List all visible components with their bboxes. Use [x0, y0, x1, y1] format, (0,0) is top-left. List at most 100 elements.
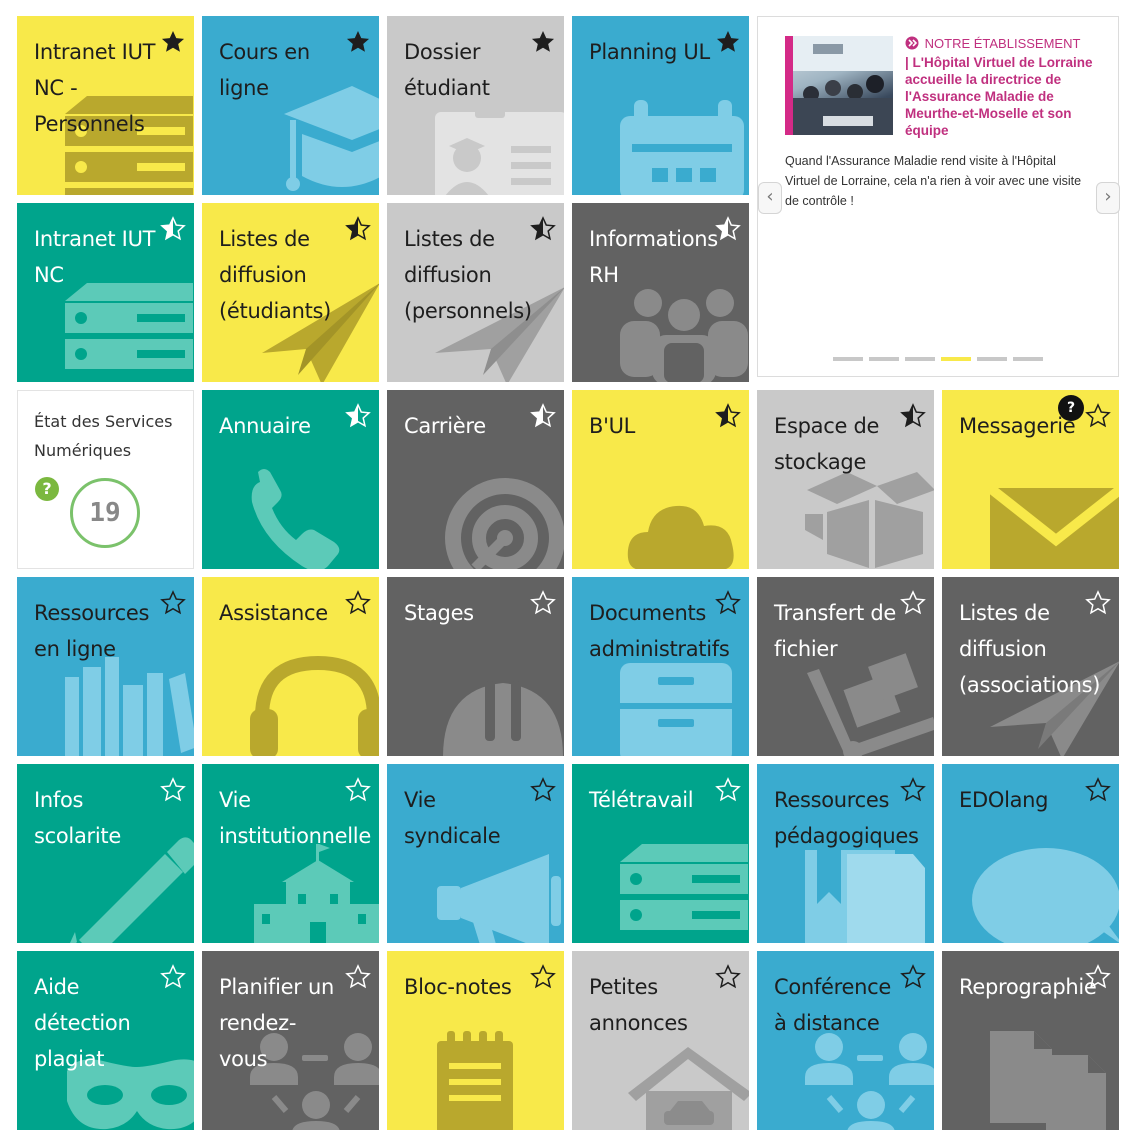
tile-dossier-etudiant[interactable]: Dossier étudiant: [387, 16, 564, 195]
star-half-icon[interactable]: [900, 403, 926, 429]
star-empty-icon[interactable]: [900, 964, 926, 990]
tile-label: Listes de diffusion (étudiants): [219, 227, 332, 323]
star-half-icon[interactable]: [715, 216, 741, 242]
tile-vie-institutionnelle[interactable]: Vie institutionnelle: [202, 764, 379, 943]
star-empty-icon[interactable]: [345, 964, 371, 990]
news-image[interactable]: [785, 36, 893, 135]
tile-ressources-en-ligne[interactable]: Ressources en ligne: [17, 577, 194, 756]
help-badge[interactable]: ?: [1058, 395, 1084, 421]
news-category[interactable]: NOTRE ÉTABLISSEMENT: [905, 36, 1080, 51]
news-pagination: [833, 357, 1043, 361]
tile-label: Reprographie: [959, 975, 1097, 999]
news-category-label: NOTRE ÉTABLISSEMENT: [924, 36, 1081, 51]
news-dot-active[interactable]: [941, 357, 971, 361]
news-next-button[interactable]: ›: [1096, 182, 1120, 214]
star-empty-icon[interactable]: [160, 590, 186, 616]
tile-carriere[interactable]: Carrière: [387, 390, 564, 569]
star-empty-icon[interactable]: [715, 964, 741, 990]
news-dot[interactable]: [833, 357, 863, 361]
tile-annuaire[interactable]: Annuaire: [202, 390, 379, 569]
tile-cours-en-ligne[interactable]: Cours en ligne: [202, 16, 379, 195]
tile-label: Vie syndicale: [404, 788, 501, 848]
tile-listes-diffusion-personnels[interactable]: Listes de diffusion (personnels): [387, 203, 564, 382]
tile-intranet-iut-nc[interactable]: Intranet IUT NC: [17, 203, 194, 382]
star-empty-icon[interactable]: [345, 590, 371, 616]
star-empty-icon[interactable]: [530, 777, 556, 803]
star-empty-icon[interactable]: [715, 590, 741, 616]
tile-intranet-iut-nc-personnels[interactable]: Intranet IUT NC - Personnels: [17, 16, 194, 195]
tile-aide-detection-plagiat[interactable]: Aide détection plagiat: [17, 951, 194, 1130]
tile-infos-scolarite[interactable]: Infos scolarite: [17, 764, 194, 943]
news-dot[interactable]: [977, 357, 1007, 361]
star-empty-icon[interactable]: [530, 590, 556, 616]
tile-listes-diffusion-associations[interactable]: Listes de diffusion (associations): [942, 577, 1119, 756]
tile-label: Conférence à distance: [774, 975, 892, 1035]
help-icon[interactable]: ?: [35, 477, 59, 501]
news-headline[interactable]: | L'Hôpital Virtuel de Lorraine accueill…: [905, 54, 1105, 139]
tile-vie-syndicale[interactable]: Vie syndicale: [387, 764, 564, 943]
star-empty-icon[interactable]: [1085, 777, 1111, 803]
tile-label: Listes de diffusion (associations): [959, 601, 1101, 697]
tile-stages[interactable]: Stages: [387, 577, 564, 756]
tile-label: Espace de stockage: [774, 414, 880, 474]
tile-edolang[interactable]: EDOlang: [942, 764, 1119, 943]
star-empty-icon[interactable]: [900, 590, 926, 616]
tile-label: Carrière: [404, 414, 486, 438]
tile-conference-distance[interactable]: Conférence à distance: [757, 951, 934, 1130]
star-half-icon[interactable]: [160, 216, 186, 242]
news-carousel[interactable]: NOTRE ÉTABLISSEMENT | L'Hôpital Virtuel …: [757, 16, 1120, 377]
star-filled-icon[interactable]: [160, 29, 186, 55]
tile-label: Bloc-notes: [404, 975, 512, 999]
star-filled-icon[interactable]: [530, 29, 556, 55]
tile-label: Documents administratifs: [589, 601, 730, 661]
tile-teletravail[interactable]: Télétravail: [572, 764, 749, 943]
tile-label: Planifier un rendez-vous: [219, 975, 334, 1071]
tile-listes-diffusion-etudiants[interactable]: Listes de diffusion (étudiants): [202, 203, 379, 382]
news-dot[interactable]: [869, 357, 899, 361]
tile-label: EDOlang: [959, 788, 1049, 812]
tile-label: Dossier étudiant: [404, 40, 490, 100]
news-dot[interactable]: [905, 357, 935, 361]
news-summary: Quand l'Assurance Maladie rend visite à …: [785, 154, 1082, 208]
star-empty-icon[interactable]: [1085, 964, 1111, 990]
star-filled-icon[interactable]: [715, 29, 741, 55]
tile-assistance[interactable]: Assistance: [202, 577, 379, 756]
tile-bul[interactable]: B'UL: [572, 390, 749, 569]
star-empty-icon[interactable]: [530, 964, 556, 990]
tile-label: Informations RH: [589, 227, 718, 287]
tile-messagerie[interactable]: Messagerie ?: [942, 390, 1119, 569]
tile-label: Listes de diffusion (personnels): [404, 227, 532, 323]
tile-planning-ul[interactable]: Planning UL: [572, 16, 749, 195]
star-empty-icon[interactable]: [1085, 590, 1111, 616]
star-half-icon[interactable]: [530, 403, 556, 429]
star-empty-icon[interactable]: [1085, 403, 1111, 429]
tile-reprographie[interactable]: Reprographie: [942, 951, 1119, 1130]
star-empty-icon[interactable]: [160, 777, 186, 803]
star-half-icon[interactable]: [345, 216, 371, 242]
tile-label: Transfert de fichier: [774, 601, 897, 661]
news-prev-button[interactable]: ‹: [758, 182, 782, 214]
tile-documents-administratifs[interactable]: Documents administratifs: [572, 577, 749, 756]
status-count[interactable]: 19: [70, 478, 140, 548]
star-filled-icon[interactable]: [345, 29, 371, 55]
tile-etat-services-numeriques[interactable]: État des Services Numériques ? 19: [17, 390, 194, 569]
news-dot[interactable]: [1013, 357, 1043, 361]
star-half-icon[interactable]: [345, 403, 371, 429]
tile-label: Ressources en ligne: [34, 601, 150, 661]
tile-informations-rh[interactable]: Informations RH: [572, 203, 749, 382]
tile-planifier-rendez-vous[interactable]: Planifier un rendez-vous: [202, 951, 379, 1130]
tile-transfert-fichier[interactable]: Transfert de fichier: [757, 577, 934, 756]
star-empty-icon[interactable]: [715, 777, 741, 803]
tile-ressources-pedagogiques[interactable]: Ressources pédagogiques: [757, 764, 934, 943]
tile-bloc-notes[interactable]: Bloc-notes: [387, 951, 564, 1130]
tile-label: Ressources pédagogiques: [774, 788, 919, 848]
star-empty-icon[interactable]: [345, 777, 371, 803]
tile-label: Cours en ligne: [219, 40, 310, 100]
star-half-icon[interactable]: [715, 403, 741, 429]
star-empty-icon[interactable]: [900, 777, 926, 803]
star-half-icon[interactable]: [530, 216, 556, 242]
star-empty-icon[interactable]: [160, 964, 186, 990]
tile-espace-stockage[interactable]: Espace de stockage: [757, 390, 934, 569]
tile-label: Intranet IUT NC: [34, 227, 156, 287]
tile-petites-annonces[interactable]: Petites annonces: [572, 951, 749, 1130]
